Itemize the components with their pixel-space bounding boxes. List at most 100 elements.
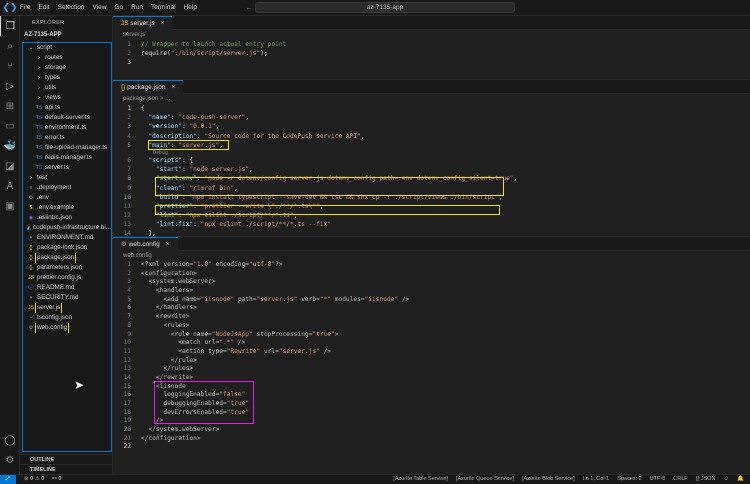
- ports-indicator[interactable]: ⚯ 0: [52, 475, 61, 484]
- run-debug-icon[interactable]: ▷: [0, 76, 20, 96]
- breadcrumb[interactable]: web.config: [113, 251, 750, 261]
- code-text: "version": "0.0.1",: [148, 123, 220, 131]
- problems-indicator[interactable]: ⊗ 0 ⚠ 0: [24, 475, 44, 484]
- tree-item[interactable]: ⓘ README.md: [23, 283, 111, 293]
- extensions-icon[interactable]: ⊞: [0, 96, 20, 116]
- tree-item[interactable]: ◭ codepush-infrastructure.bi...: [23, 223, 111, 233]
- line-number: 2: [127, 50, 131, 57]
- status-item[interactable]: [Azurite Table Service]: [393, 475, 448, 484]
- json-icon: {}: [29, 265, 33, 271]
- tree-item[interactable]: JS prettier.config.js: [23, 273, 111, 283]
- code-text: "description": "Source code for the Code…: [148, 132, 365, 140]
- breadcrumb[interactable]: server.js: [113, 30, 750, 40]
- line-number: 15: [123, 382, 131, 390]
- testing-icon[interactable]: ▣: [0, 196, 20, 216]
- tree-item[interactable]: › utils: [23, 83, 111, 93]
- code-line: 1 <?xml version="1.0" encoding="utf-8"?>: [113, 261, 750, 270]
- tab-web-config[interactable]: ⚙ web.config ×: [113, 237, 178, 251]
- code-text: "prettier": "prettier --write \"./**/*.t…: [155, 202, 324, 210]
- tab-package-json[interactable]: {} package.json ×: [113, 80, 184, 94]
- tree-item[interactable]: TS default-server.ts: [23, 113, 111, 123]
- tab-server-js[interactable]: JS server.js ×: [113, 16, 173, 30]
- menu-run[interactable]: Run: [131, 4, 143, 11]
- status-item[interactable]: UTF-8: [650, 475, 666, 484]
- status-item[interactable]: CRLF: [673, 475, 687, 484]
- code-editor[interactable]: 1{2 "name": "code-push-server", 3 "versio…: [113, 104, 750, 239]
- remote-explorer-icon[interactable]: ▭: [0, 116, 20, 136]
- status-item[interactable]: {} JSON: [696, 475, 716, 484]
- tree-item[interactable]: ▾ SECURITY.md: [23, 293, 111, 303]
- tree-item[interactable]: ▪ tsconfig.json: [23, 313, 111, 323]
- code-line: 13 </rules>: [113, 365, 750, 374]
- md-icon: ▾: [29, 235, 33, 241]
- code-text: loggingEnabled="false": [141, 391, 246, 399]
- ts-icon: TS: [35, 105, 43, 111]
- tree-item[interactable]: $ .env.example: [23, 203, 111, 213]
- status-item[interactable]: [Azurite Queue Service]: [456, 475, 514, 484]
- azure-icon[interactable]: A: [0, 176, 20, 196]
- settings-gear-icon[interactable]: ⚙: [0, 450, 20, 470]
- tree-item-label: error.ts: [45, 134, 65, 141]
- tree-item-label: README.md: [37, 284, 75, 291]
- menu-edit[interactable]: Edit: [38, 4, 49, 11]
- line-number: 18: [123, 408, 131, 416]
- tree-item[interactable]: ≡ .deployment: [23, 183, 111, 193]
- code-text: <add name="iisnode" path="server.js" ver…: [141, 295, 410, 303]
- line-number: 1: [127, 41, 131, 48]
- dollar-icon: $: [29, 205, 33, 211]
- tree-item[interactable]: TS server.ts: [23, 163, 111, 173]
- menu-file[interactable]: File: [20, 4, 30, 11]
- timeline-section[interactable]: TIMELINE: [20, 464, 113, 474]
- notifications-bell-icon[interactable]: 🔔: [737, 475, 744, 484]
- tree-item[interactable]: JS server.js: [23, 303, 111, 313]
- menu-view[interactable]: View: [92, 4, 106, 11]
- tree-item[interactable]: TS file-upload-manager.ts: [23, 143, 111, 153]
- tree-item[interactable]: TS api.ts: [23, 103, 111, 113]
- tree-item[interactable]: ◉ .eslintrc.json: [23, 213, 111, 223]
- code-text: </rewrite>: [141, 373, 194, 381]
- azure-deploy-icon[interactable]: ◪: [0, 156, 20, 176]
- docker-icon[interactable]: 🐳: [0, 136, 20, 156]
- tree-item[interactable]: › views: [23, 93, 111, 103]
- tree-item[interactable]: TS error.ts: [23, 133, 111, 143]
- menu-help[interactable]: Help: [184, 4, 197, 11]
- project-folder[interactable]: AZ-7135-APP: [20, 30, 112, 40]
- tree-item[interactable]: ▾ ENVIRONMENT.md: [23, 233, 111, 243]
- tree-item[interactable]: ⚙ web.config: [23, 323, 111, 333]
- menu-terminal[interactable]: Terminal: [151, 4, 176, 11]
- command-center-search[interactable]: az-7135-app: [255, 2, 515, 13]
- code-text: "name": "code-push-server",: [148, 114, 250, 122]
- tree-item[interactable]: ⌄ script: [23, 43, 111, 53]
- tree-item[interactable]: ⚙ .env: [23, 193, 111, 203]
- source-control-icon[interactable]: ⑂: [0, 56, 20, 76]
- tree-item-label: redis-manager.ts: [45, 154, 92, 161]
- tree-item[interactable]: TS environment.ts: [23, 123, 111, 133]
- breadcrumb[interactable]: package.json > ...: [113, 94, 750, 104]
- account-icon[interactable]: ◯: [0, 430, 20, 450]
- tree-item[interactable]: {} parameters.json: [23, 263, 111, 273]
- copilot-icon[interactable]: ☺: [724, 475, 730, 484]
- tree-item[interactable]: › test: [23, 173, 111, 183]
- search-icon[interactable]: ⌕: [0, 36, 20, 56]
- code-editor[interactable]: 1 // Wrapper to launch actual entry point…: [113, 40, 750, 67]
- status-item[interactable]: Ln 1, Col 1: [583, 475, 610, 484]
- explorer-icon[interactable]: ❐: [0, 16, 20, 36]
- outline-section[interactable]: OUTLINE: [20, 454, 113, 464]
- tree-item[interactable]: › routes: [23, 53, 111, 63]
- menu-go[interactable]: Go: [114, 4, 123, 11]
- line-number: 16: [123, 391, 131, 399]
- tree-item[interactable]: TS redis-manager.ts: [23, 153, 111, 163]
- line-number: 12: [123, 212, 131, 220]
- remote-indicator-icon[interactable]: ⤢: [0, 475, 16, 484]
- tree-item[interactable]: {} package-lock.json: [23, 243, 111, 253]
- status-item[interactable]: Spaces: 2: [617, 475, 641, 484]
- tree-item[interactable]: › types: [23, 73, 111, 83]
- line-number: 9: [127, 184, 131, 192]
- tree-item[interactable]: › storage: [23, 63, 111, 73]
- menu-selection[interactable]: Selection: [58, 4, 85, 11]
- code-editor[interactable]: 1 <?xml version="1.0" encoding="utf-8"?> 2…: [113, 261, 750, 452]
- status-item[interactable]: [Azurite Blob Service]: [522, 475, 575, 484]
- js-icon: JS: [28, 305, 34, 311]
- tree-item[interactable]: {} package.json: [23, 253, 111, 263]
- code-line: 9 <rule name="NodeJsApp" stopProcessing=…: [113, 331, 750, 340]
